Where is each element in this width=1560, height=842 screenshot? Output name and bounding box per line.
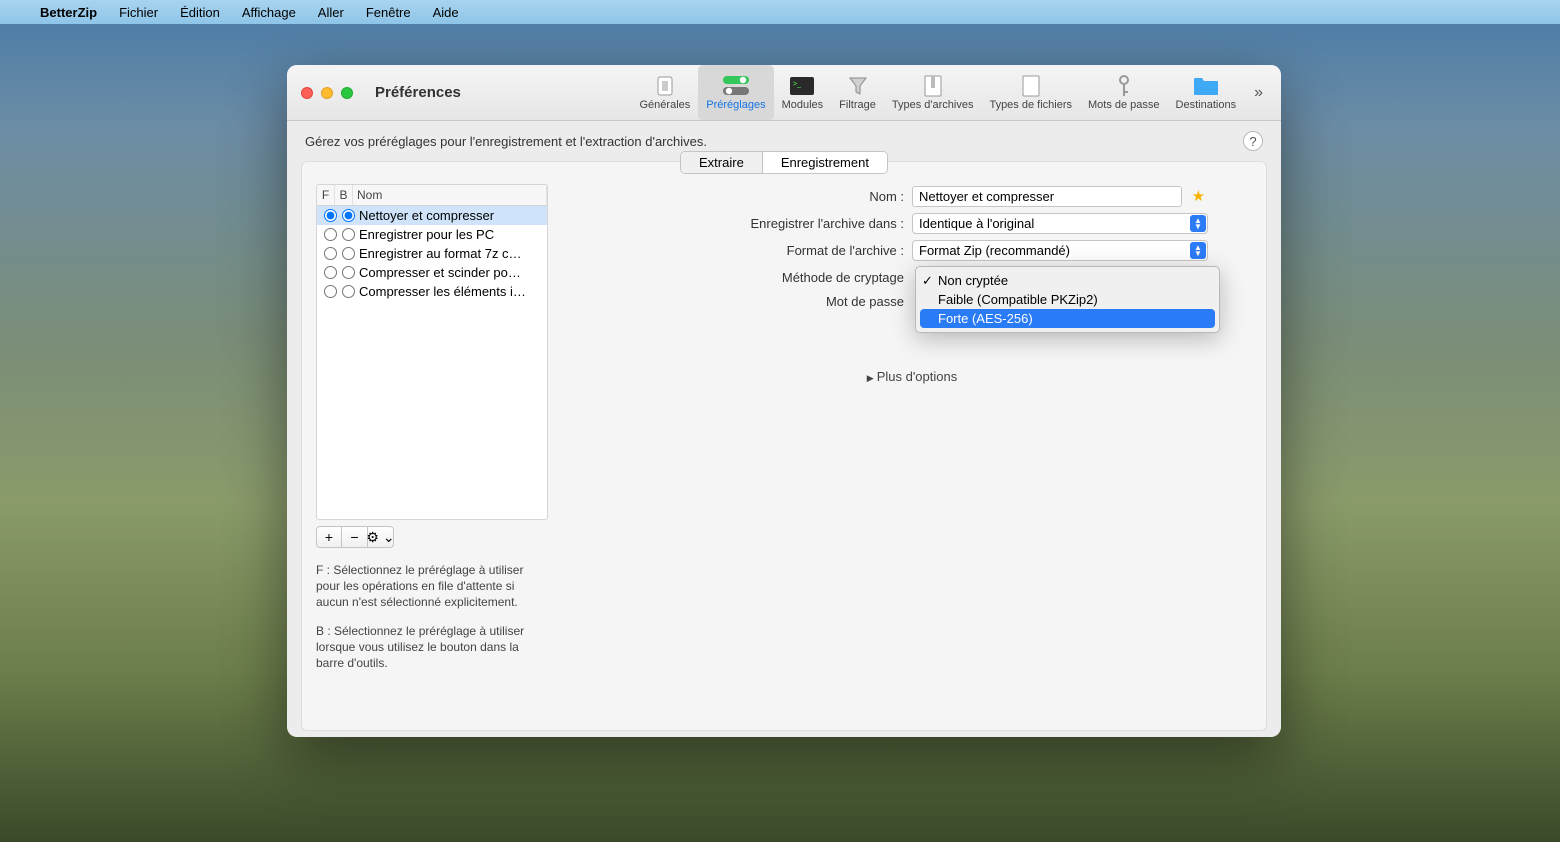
help-text-b: B : Sélectionnez le préréglage à utilise… [316,623,548,672]
radio-f[interactable] [324,209,337,222]
titlebar: Préférences Générales Préréglages >_ Mod… [287,65,1281,121]
preset-name: Compresser et scinder po… [357,265,543,280]
col-b[interactable]: B [335,185,353,205]
more-options-disclosure[interactable]: ▶Plus d'options [572,369,1252,384]
segment-control: Extraire Enregistrement [680,151,888,174]
radio-b[interactable] [342,285,355,298]
col-f[interactable]: F [317,185,335,205]
close-button[interactable] [301,87,313,99]
triangle-right-icon: ▶ [867,373,874,383]
name-input[interactable] [912,186,1182,207]
radio-b[interactable] [342,209,355,222]
menu-fichier[interactable]: Fichier [119,5,158,20]
traffic-lights [287,87,365,99]
help-text-f: F : Sélectionnez le préréglage à utilise… [316,562,548,611]
toolbar-mots-de-passe[interactable]: Mots de passe [1080,65,1168,120]
preset-name: Enregistrer au format 7z c… [357,246,543,261]
name-label: Nom : [572,189,912,204]
radio-f[interactable] [324,228,337,241]
preset-name: Nettoyer et compresser [357,208,543,223]
toolbar: Générales Préréglages >_ Modules Filtrag… [632,65,1274,120]
add-preset-button[interactable]: + [316,526,342,548]
save-in-select[interactable]: Identique à l'original ▲▼ [912,213,1208,234]
file-icon [1017,75,1045,97]
chevron-updown-icon: ▲▼ [1190,242,1206,259]
menu-affichage[interactable]: Affichage [242,5,296,20]
menu-aide[interactable]: Aide [433,5,459,20]
toolbar-prereglages[interactable]: Préréglages [698,65,773,120]
zoom-button[interactable] [341,87,353,99]
format-select[interactable]: Format Zip (recommandé) ▲▼ [912,240,1208,261]
toolbar-types-archives[interactable]: Types d'archives [884,65,982,120]
remove-preset-button[interactable]: − [342,526,368,548]
help-button[interactable]: ? [1243,131,1263,151]
slider-icon [651,75,679,97]
funnel-icon [844,75,872,97]
segment-enregistrement[interactable]: Enregistrement [763,152,887,173]
menu-aller[interactable]: Aller [318,5,344,20]
toolbar-destinations[interactable]: Destinations [1168,65,1245,120]
preset-row-buttons: + − ⚙︎ ⌄ [316,526,548,548]
main-panel: Extraire Enregistrement F B Nom Nettoyer… [301,161,1267,731]
gear-icon: ⚙︎ [366,529,379,546]
chevron-updown-icon: ▲▼ [1190,215,1206,232]
preset-row[interactable]: Compresser les éléments i… [317,282,547,301]
preset-table-header: F B Nom [317,185,547,206]
encryption-option-none[interactable]: Non cryptée [916,271,1219,290]
app-name[interactable]: BetterZip [40,5,97,20]
toolbar-overflow[interactable]: » [1244,65,1273,120]
encryption-label: Méthode de cryptage [572,270,912,285]
radio-b[interactable] [342,247,355,260]
key-icon [1110,75,1138,97]
segment-extraire[interactable]: Extraire [681,152,763,173]
preset-row[interactable]: Compresser et scinder po… [317,263,547,282]
toolbar-modules[interactable]: >_ Modules [774,65,832,120]
radio-f[interactable] [324,247,337,260]
radio-b[interactable] [342,266,355,279]
archive-icon [919,75,947,97]
preset-table: F B Nom Nettoyer et compresser Enregistr… [316,184,548,520]
password-label: Mot de passe [572,294,912,309]
toggle-icon [722,75,750,97]
radio-f[interactable] [324,285,337,298]
radio-f[interactable] [324,266,337,279]
window-title: Préférences [375,84,461,101]
svg-text:>_: >_ [793,81,801,88]
col-name[interactable]: Nom [353,185,547,205]
preset-row[interactable]: Enregistrer au format 7z c… [317,244,547,263]
preset-name: Compresser les éléments i… [357,284,543,299]
toolbar-generales[interactable]: Générales [632,65,699,120]
menubar: BetterZip Fichier Édition Affichage Alle… [0,0,1560,24]
preferences-window: Préférences Générales Préréglages >_ Mod… [287,65,1281,737]
preset-gear-button[interactable]: ⚙︎ ⌄ [368,526,394,548]
minimize-button[interactable] [321,87,333,99]
menu-fenetre[interactable]: Fenêtre [366,5,411,20]
preset-row[interactable]: Enregistrer pour les PC [317,225,547,244]
toolbar-filtrage[interactable]: Filtrage [831,65,884,120]
page-description: Gérez vos préréglages pour l'enregistrem… [305,134,707,149]
toolbar-types-fichiers[interactable]: Types de fichiers [981,65,1080,120]
terminal-icon: >_ [788,75,816,97]
chevron-down-icon: ⌄ [383,529,395,546]
folder-icon [1192,75,1220,97]
encryption-dropdown: Non cryptée Faible (Compatible PKZip2) F… [915,266,1220,333]
preset-row[interactable]: Nettoyer et compresser [317,206,547,225]
encryption-option-weak[interactable]: Faible (Compatible PKZip2) [916,290,1219,309]
radio-b[interactable] [342,228,355,241]
menu-edition[interactable]: Édition [180,5,220,20]
format-label: Format de l'archive : [572,243,912,258]
preset-name: Enregistrer pour les PC [357,227,543,242]
save-in-label: Enregistrer l'archive dans : [572,216,912,231]
favorite-star-icon[interactable]: ★ [1192,188,1205,205]
encryption-option-strong[interactable]: Forte (AES-256) [920,309,1215,328]
